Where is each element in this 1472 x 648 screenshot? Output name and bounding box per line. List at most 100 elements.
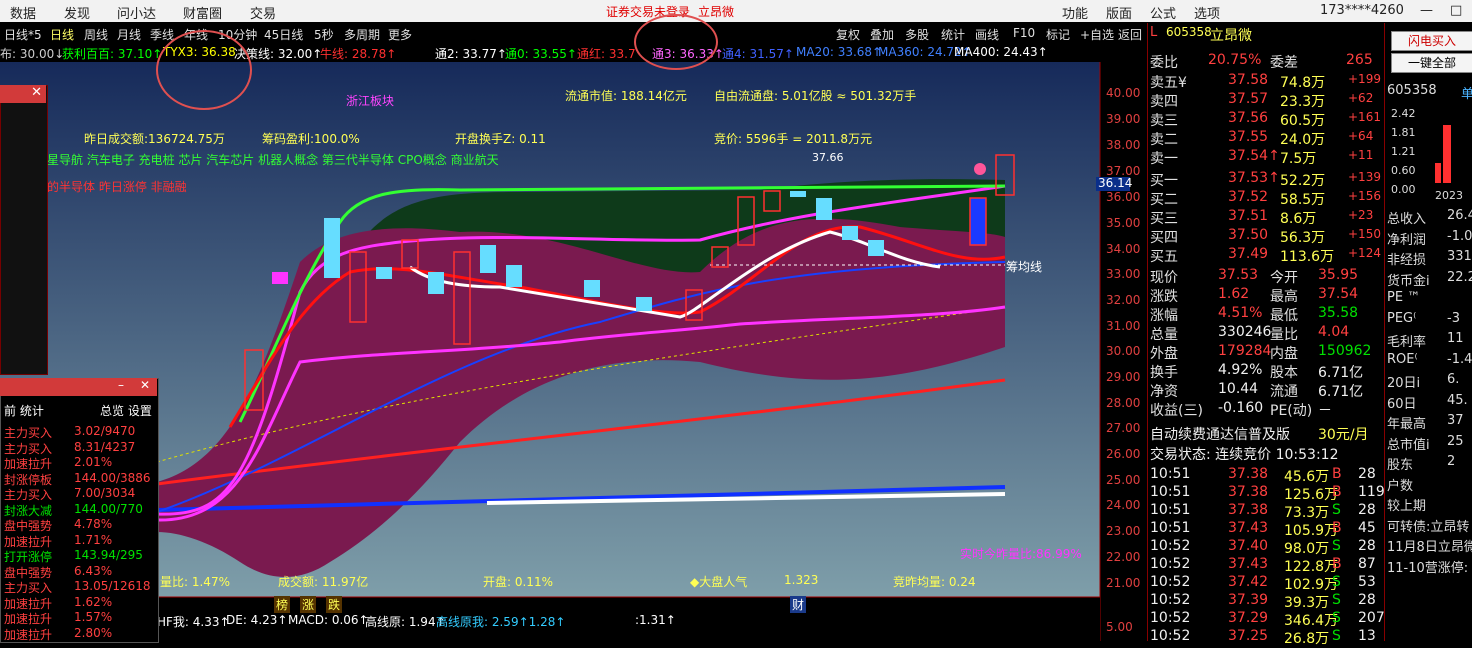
candle xyxy=(636,297,652,311)
bid-row: 买四 37.50 56.3万 +150 xyxy=(1148,226,1384,246)
btn-mark[interactable]: 标记 xyxy=(1046,26,1070,43)
tick-time: 10:52 xyxy=(1150,556,1191,572)
close-icon[interactable]: ✕ xyxy=(31,85,42,100)
flash-buy-button[interactable]: 闪电买入 xyxy=(1391,31,1472,51)
stat-row: 涨幅 4.51% 最低 35.58 xyxy=(1148,304,1384,324)
period-5s[interactable]: 5秒 xyxy=(314,26,334,43)
btn-f10[interactable]: F10 xyxy=(1013,26,1035,40)
ask-volume: 60.5万 xyxy=(1280,113,1326,129)
tick-price: 37.38 xyxy=(1228,484,1269,500)
prev-turnover: 昨日成交额:136724.75万 xyxy=(84,132,225,146)
promo-text[interactable]: 自动续费通达信普及版 xyxy=(1150,424,1290,444)
promo-price[interactable]: 30元/月 xyxy=(1318,424,1369,444)
alert-label: 加速拉升 xyxy=(4,457,53,471)
tag-rise[interactable]: 涨 xyxy=(300,596,317,613)
menu-discover[interactable]: 发现 xyxy=(64,3,90,22)
tick-count: 53 xyxy=(1358,574,1376,590)
menu-trade[interactable]: 交易 xyxy=(250,3,276,22)
candle xyxy=(272,272,288,284)
alert-label: 主力买入 xyxy=(4,488,53,502)
minimize-icon[interactable]: — xyxy=(1420,3,1433,18)
bid-price: 37.52 xyxy=(1228,189,1269,205)
tick-row: 10:52 37.29 346.4万 S 207 xyxy=(1148,609,1385,629)
stat-value: 179284 xyxy=(1218,343,1272,359)
stat-label: 量比 xyxy=(1270,327,1298,343)
stat-label: 内盘 xyxy=(1270,346,1298,362)
period-week[interactable]: 周线 xyxy=(84,26,108,43)
period-more[interactable]: 更多 xyxy=(388,26,412,43)
close-icon[interactable]: ✕ xyxy=(140,378,150,392)
menu-options[interactable]: 选项 xyxy=(1194,3,1220,22)
far-value: 37 xyxy=(1447,413,1464,428)
period-multi[interactable]: 多周期 xyxy=(344,26,380,43)
tick-side: S xyxy=(1332,592,1341,608)
menu-data[interactable]: 数据 xyxy=(10,3,36,22)
tick-count: 45 xyxy=(1358,520,1376,536)
btn-statistics[interactable]: 统计 xyxy=(941,26,965,43)
stat-market-sentiment-value: 1.323 xyxy=(784,573,819,587)
indicator-value: 布: 30.00↓ xyxy=(0,47,65,61)
tick-price: 37.40 xyxy=(1228,538,1269,554)
alert-value: 143.94/295 xyxy=(74,548,143,562)
menu-wenxiaoda[interactable]: 问小达 xyxy=(117,3,156,22)
ask-change: +11 xyxy=(1348,148,1374,162)
bid-label: 买一 xyxy=(1150,173,1178,189)
minimize-icon[interactable]: – xyxy=(118,378,124,392)
tick-row: 10:51 37.38 45.6万 B 28 xyxy=(1148,465,1384,485)
tag-fall[interactable]: 跌 xyxy=(326,596,343,613)
ask-price: 37.54↑ xyxy=(1228,148,1280,164)
ask-row: 卖二 37.55 24.0万 +64 xyxy=(1148,128,1384,148)
alert-label: 盘中强势 xyxy=(4,565,53,580)
stat-row: 总量 330246 量比 4.04 xyxy=(1148,323,1384,343)
weibi-value: 20.75% xyxy=(1208,52,1262,68)
ask-change: +199 xyxy=(1348,72,1381,86)
maximize-icon[interactable]: □ xyxy=(1450,3,1462,18)
alert-label: 主力买入 xyxy=(4,441,53,456)
tick-side: B xyxy=(1332,556,1342,572)
period-45day[interactable]: 45日线 xyxy=(264,26,303,43)
far-y-value: 0.60 xyxy=(1391,164,1416,177)
alert-tab-stats[interactable]: 前 统计 xyxy=(4,402,44,419)
alert-tab-overview[interactable]: 总览 设置 xyxy=(100,402,152,419)
alert-label: 加速拉升 xyxy=(4,534,53,549)
stat-volume-ratio: 量比: 1.47% xyxy=(160,575,230,589)
menu-formula[interactable]: 公式 xyxy=(1150,3,1176,22)
far-right-panel: 闪电买入 一键全部 605358 单 2.42 1.81 1.21 0.60 0.00 2023 总… xyxy=(1384,23,1472,641)
stat-value: 37.53 xyxy=(1218,267,1259,283)
stat-row: 涨跌 1.62 最高 37.54 xyxy=(1148,285,1384,305)
user-account[interactable]: 173****4260 xyxy=(1320,3,1404,18)
bid-change: +23 xyxy=(1348,208,1374,222)
period-month[interactable]: 月线 xyxy=(117,26,141,43)
alert-value: 2.01% xyxy=(74,455,113,469)
tag-list[interactable]: 榜 xyxy=(274,596,291,613)
stock-name: 立昂微 xyxy=(1210,28,1252,44)
bid-label: 买二 xyxy=(1150,192,1178,208)
tag-finance[interactable]: 财 xyxy=(790,596,807,613)
btn-draw-line[interactable]: 画线 xyxy=(975,26,999,43)
float-market-value: 流通市值: 188.14亿元 xyxy=(565,89,687,103)
stat-market-sentiment: ◆大盘人气 xyxy=(690,575,748,589)
one-click-button[interactable]: 一键全部 xyxy=(1391,53,1472,73)
menu-bar: 数据 发现 问小达 财富圈 交易 证券交易未登录 立昂微 功能 版面 公式 选项… xyxy=(0,0,1472,22)
tick-price: 37.38 xyxy=(1228,466,1269,482)
period-day5[interactable]: 日线*5 xyxy=(4,26,42,43)
ask-row: 卖三 37.56 60.5万 +161 xyxy=(1148,109,1384,129)
btn-overlay[interactable]: 叠加 xyxy=(870,26,894,43)
btn-multi-stock[interactable]: 多股 xyxy=(905,26,929,43)
period-day[interactable]: 日线 xyxy=(50,26,74,43)
btn-restore-rights[interactable]: 复权 xyxy=(836,26,860,43)
ask-volume: 24.0万 xyxy=(1280,132,1326,148)
menu-wealth-circle[interactable]: 财富圈 xyxy=(183,3,222,22)
far-tab[interactable]: 单 xyxy=(1461,83,1472,102)
tick-price: 37.43 xyxy=(1228,556,1269,572)
macd-value: :1.31↑ xyxy=(635,613,676,627)
btn-back[interactable]: 返回 xyxy=(1118,26,1142,43)
menu-layout[interactable]: 版面 xyxy=(1106,3,1132,22)
btn-add-watchlist[interactable]: +自选 xyxy=(1080,26,1114,43)
far-label: 可转债:立昂转 xyxy=(1387,519,1470,535)
candle xyxy=(324,218,340,278)
bid-price: 37.53↑ xyxy=(1228,170,1280,186)
menu-function[interactable]: 功能 xyxy=(1062,3,1088,22)
far-label: 20日i xyxy=(1387,376,1421,391)
tick-volume: 26.8万 xyxy=(1284,631,1330,647)
